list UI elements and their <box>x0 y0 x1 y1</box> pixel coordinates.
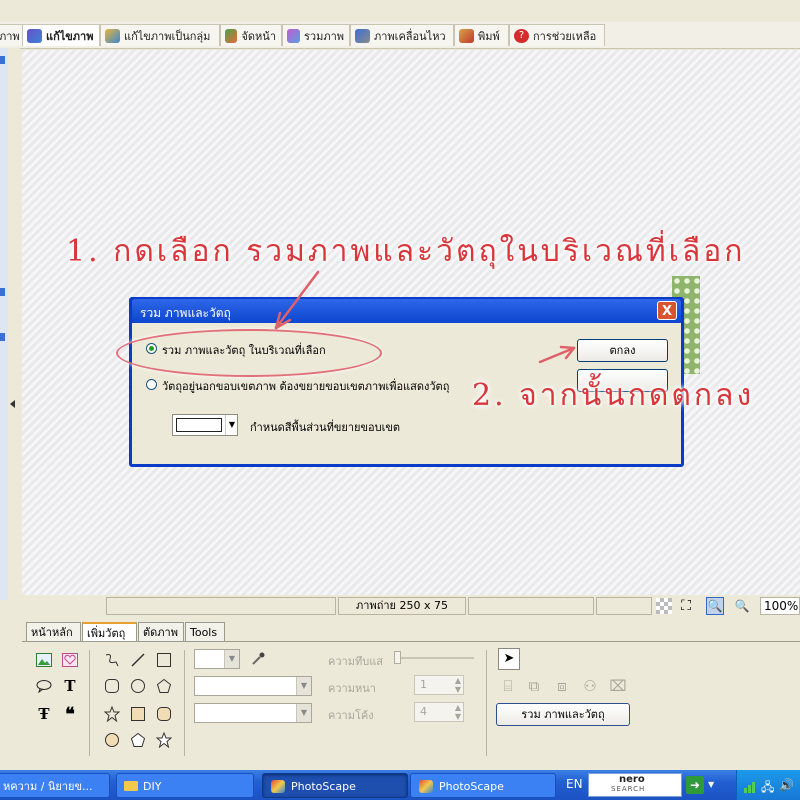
send-back-icon[interactable]: ⧈ <box>552 676 572 696</box>
thickness-stepper[interactable]: 1 ▲ ▼ <box>414 675 464 695</box>
actual-size-icon[interactable]: 🔍 <box>706 597 724 615</box>
photoscape-icon <box>271 780 285 793</box>
chevron-down-icon[interactable]: ▼ <box>296 677 311 695</box>
divider <box>486 650 487 756</box>
merge-objects-button[interactable]: รวม ภาพและวัตถุ <box>496 703 630 726</box>
chevron-down-icon[interactable]: ▼ <box>296 704 311 722</box>
checker-icon[interactable] <box>656 598 672 614</box>
nero-search-box[interactable]: nero SEARCH <box>588 773 682 797</box>
roundness-label: ความโค้ง <box>328 709 374 722</box>
thickness-value: 1 <box>420 678 427 691</box>
annotation-step2: 2. จากนั้นกดตกลง <box>472 378 755 413</box>
freehand-icon[interactable] <box>102 650 122 670</box>
volume-icon[interactable]: 🔊 <box>779 778 795 792</box>
network-icon[interactable]: 🖧 <box>761 778 777 794</box>
opacity-slider-thumb[interactable] <box>394 651 401 664</box>
image-size-status: ภาพถ่าย 250 x 75 <box>338 597 466 615</box>
eyedropper-icon[interactable] <box>248 649 268 669</box>
cylinder-icon[interactable]: ⌸ <box>498 676 518 696</box>
tab-home[interactable]: หน้าหลัก <box>26 622 81 642</box>
go-arrow-icon[interactable]: ➜ <box>686 776 704 794</box>
heart-icon[interactable] <box>60 650 80 670</box>
quote-icon[interactable]: ❝ <box>60 704 80 725</box>
taskbar: หความ / นิยายข... DIY PhotoScape PhotoSc… <box>0 770 800 800</box>
rectangle-icon[interactable] <box>154 650 174 670</box>
color-combo[interactable]: ▼ <box>194 649 240 669</box>
object-panel: หน้าหลัก เพิ่มวัตถุ ตัดภาพ Tools T Ŧ ❝ ▼… <box>22 620 800 770</box>
tab-crop[interactable]: ตัดภาพ <box>138 622 184 642</box>
taskbar-label: PhotoScape <box>291 780 356 793</box>
filled-circle-icon[interactable] <box>102 730 122 750</box>
tab-tools[interactable]: Tools <box>185 622 225 642</box>
stepper-arrows-icon[interactable]: ▲ ▼ <box>455 676 461 694</box>
taskbar-item-photoscape-active[interactable]: PhotoScape <box>262 773 408 798</box>
fill-style-combo[interactable]: ▼ <box>194 703 312 723</box>
rounded-rect-icon[interactable] <box>102 676 122 696</box>
roundness-value: 4 <box>420 705 427 718</box>
status-panel <box>106 597 336 615</box>
delete-object-icon[interactable]: ⌧ <box>608 676 628 696</box>
folder-icon <box>124 781 138 791</box>
filled-rounded-rect-icon[interactable] <box>154 704 174 724</box>
pentagon-icon[interactable] <box>154 676 174 696</box>
system-tray: 🖧 🔊 <box>736 770 800 800</box>
divider <box>89 650 90 756</box>
opacity-label: ความทึบแส <box>328 655 383 668</box>
divider <box>184 650 185 756</box>
signal-icon[interactable] <box>744 779 758 793</box>
status-bar: ภาพถ่าย 250 x 75 ⛶ 🔍 🔍 100% <box>22 595 800 617</box>
nero-logo: nero <box>619 774 645 785</box>
filled-rect-icon[interactable] <box>128 704 148 724</box>
pointer-icon[interactable]: ➤ <box>498 648 520 670</box>
taskbar-label: PhotoScape <box>439 780 504 793</box>
language-indicator[interactable]: EN <box>566 777 583 791</box>
chevron-down-icon[interactable]: ▼ <box>224 650 239 668</box>
annotation-step1: 1. กดเลือก รวมภาพและวัตถุในบริเวณที่เลือ… <box>66 234 746 269</box>
line-style-combo[interactable]: ▼ <box>194 676 312 696</box>
circle-icon[interactable] <box>128 676 148 696</box>
text-style-icon[interactable]: Ŧ <box>34 704 54 724</box>
speech-bubble-icon[interactable] <box>34 676 54 696</box>
taskbar-item-folder[interactable]: DIY <box>116 773 254 798</box>
thickness-label: ความหนา <box>328 682 376 695</box>
stepper-arrows-icon[interactable]: ▲ ▼ <box>455 703 461 721</box>
taskbar-label: DIY <box>143 780 162 793</box>
bring-front-icon[interactable]: ⧉ <box>524 676 544 696</box>
text-icon[interactable]: T <box>60 676 80 696</box>
arrow-to-option <box>274 270 320 330</box>
star-icon[interactable] <box>102 704 122 724</box>
chevron-down-icon[interactable]: ▼ <box>708 780 714 789</box>
status-panel <box>468 597 594 615</box>
roundness-stepper[interactable]: 4 ▲ ▼ <box>414 702 464 722</box>
tab-add-object[interactable]: เพิ่มวัตถุ <box>82 622 137 642</box>
nero-logo-sub: SEARCH <box>611 785 646 793</box>
fit-screen-icon[interactable]: ⛶ <box>678 598 694 614</box>
taskbar-item-photoscape[interactable]: PhotoScape <box>410 773 556 798</box>
group-icon[interactable]: ⚇ <box>580 676 600 696</box>
photoscape-icon <box>419 780 433 793</box>
filled-pentagon-icon[interactable] <box>128 730 148 750</box>
photo-icon[interactable] <box>34 650 54 670</box>
zoom-level[interactable]: 100% <box>760 597 800 615</box>
zoom-icon[interactable]: 🔍 <box>734 598 750 614</box>
filled-star-icon[interactable] <box>154 730 174 750</box>
line-icon[interactable] <box>128 650 148 670</box>
taskbar-item-browser[interactable]: หความ / นิยายข... <box>0 773 110 798</box>
opacity-slider-track[interactable] <box>394 657 474 659</box>
status-panel <box>596 597 652 615</box>
